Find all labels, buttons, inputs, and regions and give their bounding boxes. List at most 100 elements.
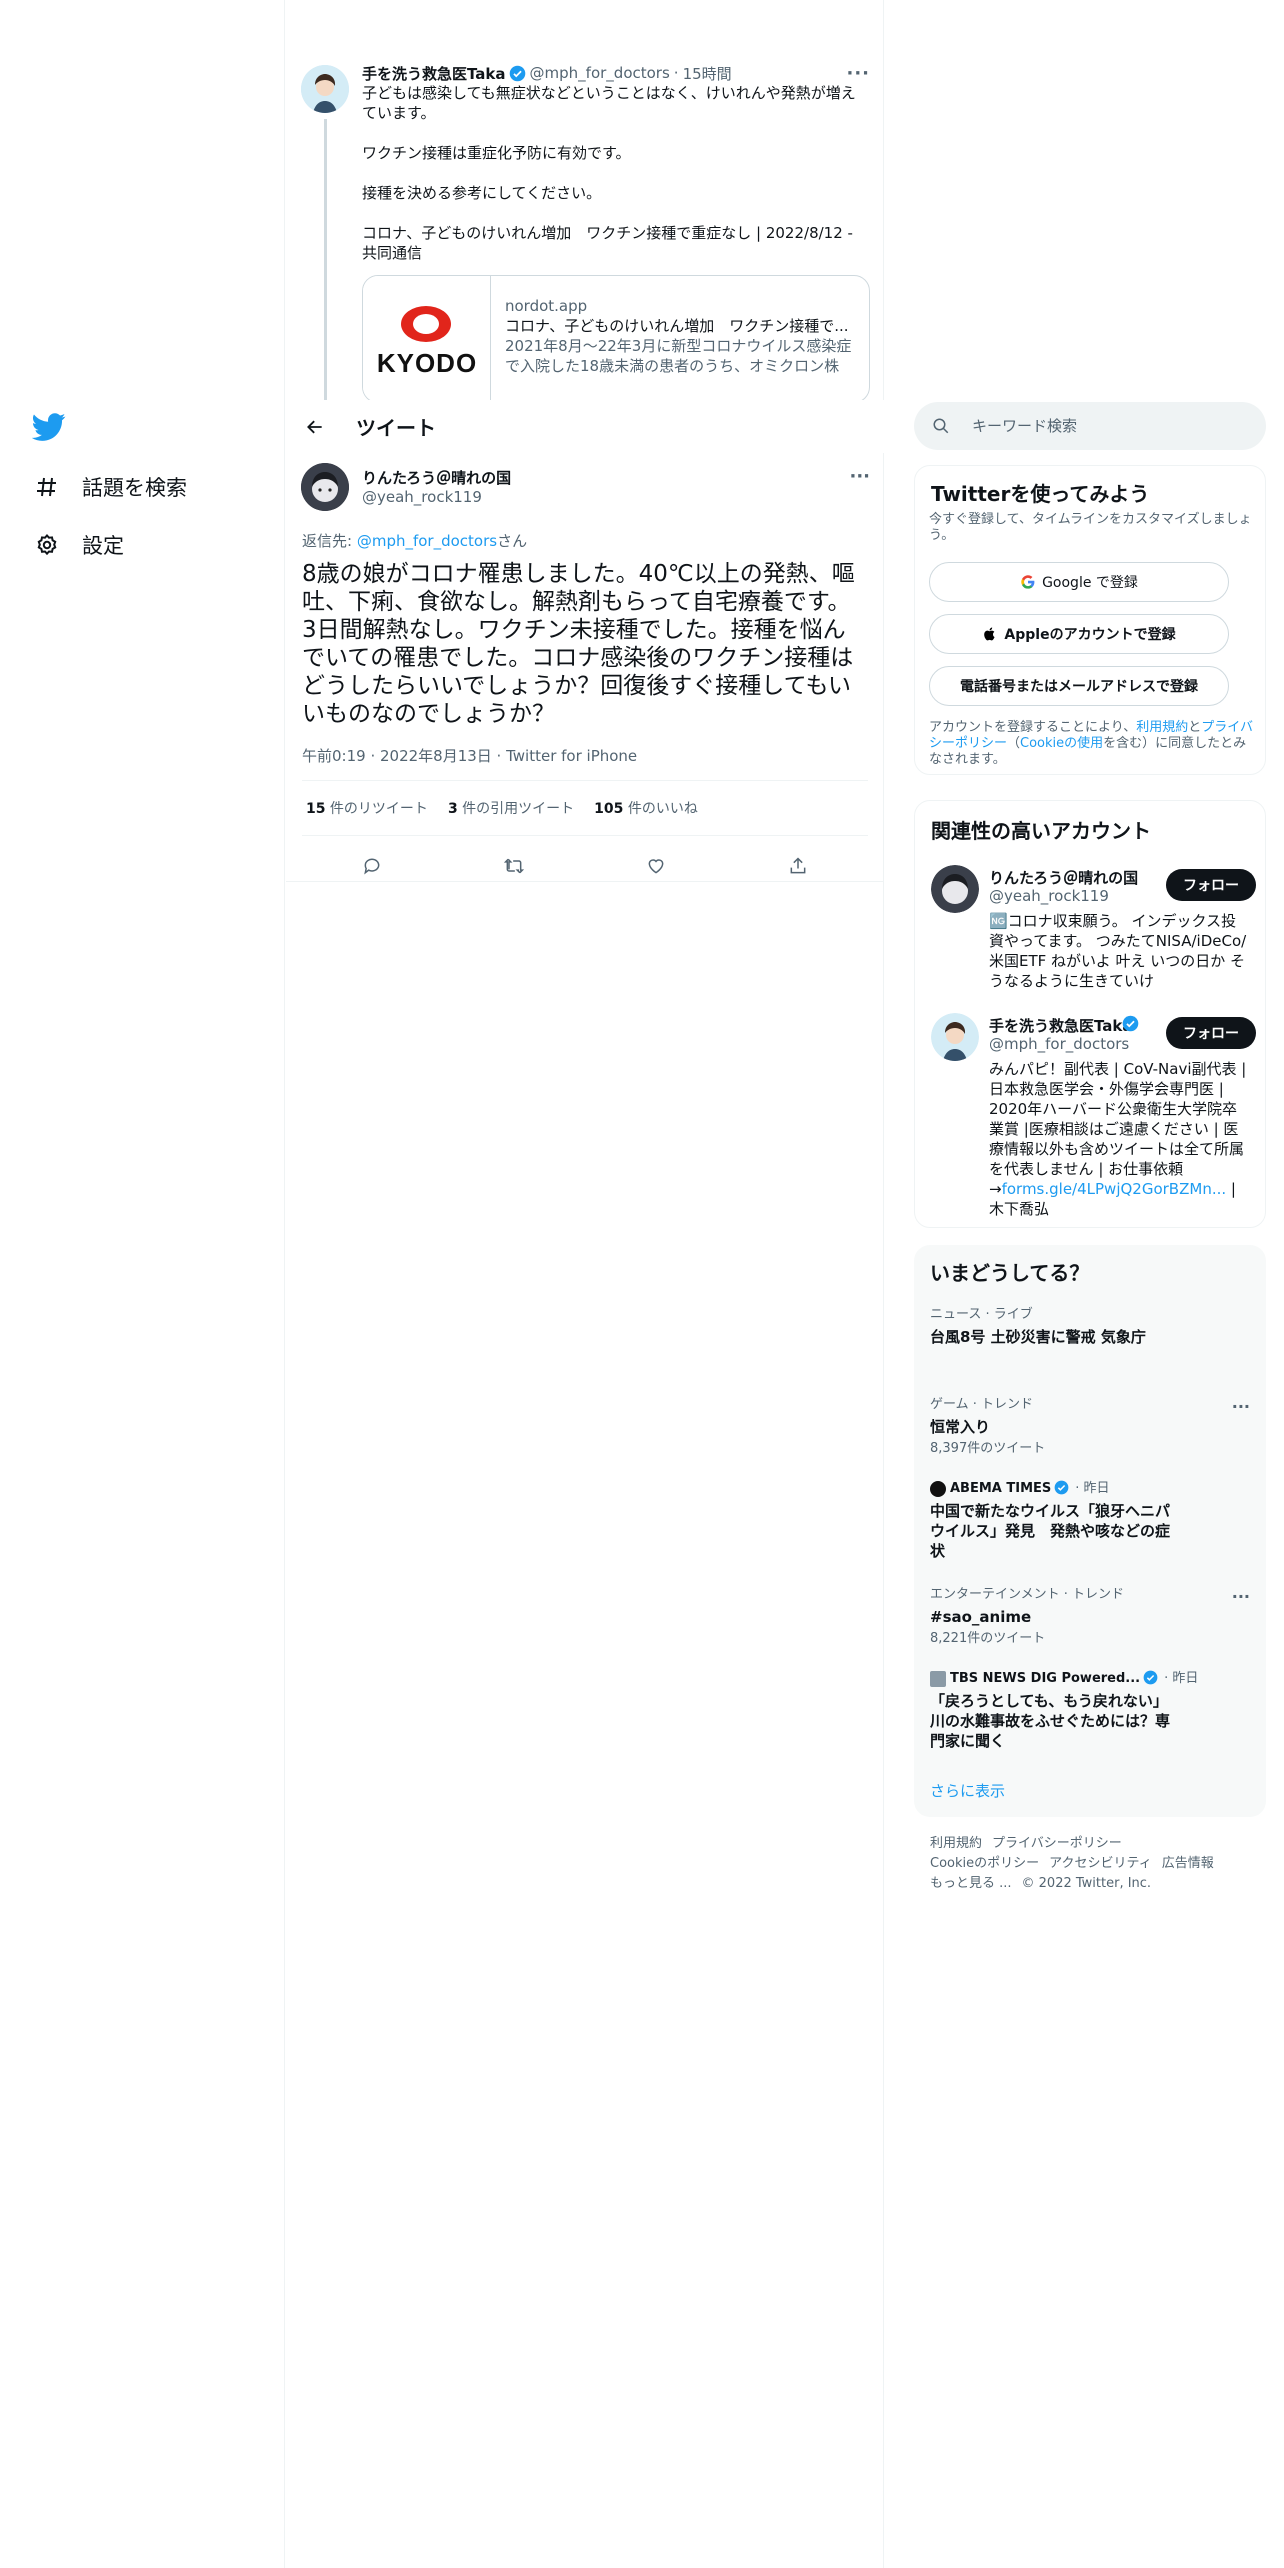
reply-mention-link[interactable]: @mph_for_doctors [357,532,497,550]
more-options-icon[interactable]: ··· [1232,1397,1250,1416]
retweet-count[interactable]: 15 件のリツイート [306,798,428,818]
news-source: ABEMA TIMES · 昨日 [930,1480,1250,1497]
news-item[interactable]: TBS NEWS DIG Powered... · 昨日 「戻ろうとしても、もう… [930,1670,1250,1751]
related-title: 関連性の高いアカウント [931,819,1151,843]
copyright: © 2022 Twitter, Inc. [1021,1876,1152,1891]
apple-signup-button[interactable]: Appleのアカウントで登録 [929,614,1229,654]
phone-signup-label: 電話番号またはメールアドレスで登録 [960,679,1198,695]
like-icon[interactable] [643,853,669,879]
trend-item[interactable]: ゲーム · トレンド 恒常入り 8,397件のツイート ··· [930,1397,1250,1457]
avatar[interactable] [301,65,349,113]
reply-suffix: さん [497,532,528,550]
show-more-link[interactable]: さらに表示 [930,1780,1005,1801]
gear-icon [34,532,60,558]
link-preview-card[interactable]: KYODO nordot.app コロナ、子どものけいれん増加 ワクチン接種で.… [362,275,870,400]
twitter-bird-icon[interactable] [31,410,66,444]
footer-link[interactable]: 利用規約 [930,1836,982,1851]
more-options-icon[interactable]: ··· [846,63,870,84]
tbs-logo-icon [930,1670,946,1687]
tweet-actions [286,845,884,889]
trend-item[interactable]: エンターテインメント · トレンド #sao_anime 8,221件のツイート… [930,1587,1250,1647]
trends-panel: いまどうしてる？ ニュース · ライブ 台風8号 土砂災害に警戒 気象庁 ゲーム… [914,1245,1266,1817]
tweet-paragraph: ワクチン接種は重症化予防に有効です。 [362,144,631,162]
footer-link[interactable]: アクセシビリティ [1049,1856,1152,1871]
phone-email-signup-button[interactable]: 電話番号またはメールアドレスで登録 [929,666,1229,706]
author-name[interactable]: りんたろう＠晴れの国 [362,467,511,488]
news-time: · 昨日 [1164,1670,1199,1686]
news-source-name: TBS NEWS DIG Powered... [950,1670,1141,1686]
more-options-icon[interactable]: ··· [849,466,870,487]
signup-panel: Twitterを使ってみよう 今すぐ登録して、タイムラインをカスタマイズしましょ… [914,465,1266,775]
nav-explore[interactable]: 話題を検索 [34,467,187,507]
author-handle[interactable]: @mph_for_doctors [530,64,670,82]
account-name[interactable]: 手を洗う救急医Taka [989,1015,1139,1036]
quote-count[interactable]: 3 件の引用ツイート [448,798,574,818]
follow-button[interactable]: フォロー [1166,869,1256,901]
follow-button[interactable]: フォロー [1166,1017,1256,1049]
divider [302,780,868,781]
card-description: 2021年8月～22年3月に新型コロナウイルス感染症で入院した18歳未満の患者の… [505,337,852,375]
tweet-stats: 15 件のリツイート 3 件の引用ツイート 105 件のいいね [306,798,718,818]
thread-line [324,119,327,400]
avatar[interactable] [931,865,979,913]
search-bar[interactable] [914,402,1266,450]
author-name[interactable]: 手を洗う救急医Taka [362,63,506,84]
terms-link[interactable]: 利用規約 [1136,720,1188,735]
kyodo-logo-mark [401,306,451,342]
account-handle[interactable]: @yeah_rock119 [989,887,1109,905]
share-icon[interactable] [785,853,811,879]
terms-text: と [1188,720,1202,735]
author-handle[interactable]: @yeah_rock119 [362,488,482,506]
divider [286,881,884,882]
trend-item[interactable]: ニュース · ライブ 台風8号 土砂災害に警戒 気象庁 [930,1307,1250,1347]
parent-tweet-text: 子どもは感染しても無症状などということはなく、けいれんや発熱が増えています。 ワ… [362,83,870,263]
verified-badge-icon [1054,1480,1071,1497]
news-item[interactable]: ABEMA TIMES · 昨日 中国で新たなウイルス「狼牙ヘニパウイルス」発見… [930,1480,1250,1561]
cookie-link[interactable]: Cookieの使用 [1020,736,1103,751]
trend-category: ニュース · ライブ [930,1307,1033,1322]
avatar[interactable] [931,1013,979,1061]
tweet-paragraph: コロナ、子どものけいれん増加 ワクチン接種で重症なし | 2022/8/12 -… [362,224,853,262]
nav-settings[interactable]: 設定 [34,525,124,565]
nav-explore-label: 話題を検索 [82,476,187,500]
trend-name: #sao_anime [930,1608,1032,1626]
tweet-paragraph: 子どもは感染しても無症状などということはなく、けいれんや発熱が増えています。 [362,84,856,122]
account-name[interactable]: りんたろう＠晴れの国 [989,867,1139,888]
avatar[interactable] [301,463,349,511]
parent-tweet-body: 手を洗う救急医Taka @mph_for_doctors · 15時間 ··· … [362,63,870,400]
trend-category: ゲーム · トレンド [930,1397,1034,1412]
search-input[interactable] [972,417,1232,435]
terms-text: （ [1007,736,1021,751]
back-arrow-icon[interactable] [298,410,332,444]
tweet-paragraph: 接種を決める参考にしてください。 [362,184,602,202]
account-handle[interactable]: @mph_for_doctors [989,1035,1129,1053]
reply-icon[interactable] [359,853,385,879]
account-bio: 🆖コロナ収束願う。 インデックス投資やってます。 つみたてNISA/iDeCo/… [989,912,1247,990]
trend-name: 恒常入り [930,1418,991,1436]
footer-more-link[interactable]: もっと見る ... [930,1876,1012,1891]
abema-logo-icon [930,1480,946,1497]
parent-tweet-header: 手を洗う救急医Taka @mph_for_doctors · 15時間 ··· [362,63,870,84]
google-signup-button[interactable]: Google で登録 [929,562,1229,602]
like-count[interactable]: 105 件のいいね [594,798,698,818]
footer-link[interactable]: プライバシーポリシー [992,1836,1122,1851]
terms-text: アカウントを登録することにより、 [929,720,1137,735]
footer-link[interactable]: 広告情報 [1162,1856,1214,1871]
tweet-time[interactable]: 15時間 [683,63,732,84]
parent-tweet[interactable]: 手を洗う救急医Taka @mph_for_doctors · 15時間 ··· … [286,55,884,400]
apple-signup-label: Appleのアカウントで登録 [1004,627,1176,643]
page-title: ツイート [356,416,436,440]
reply-prefix: 返信先: [302,532,357,550]
kyodo-logo: KYODO [363,276,491,400]
footer-link[interactable]: Cookieのポリシー [930,1856,1039,1871]
bio-link[interactable]: forms.gle/4LPwjQ2GorBZMn... [1002,1180,1227,1198]
separator-dot: · [673,64,679,82]
more-options-icon[interactable]: ··· [1232,1587,1250,1606]
hashtag-icon [34,474,60,500]
retweet-icon[interactable] [501,853,527,879]
tweet-timestamp[interactable]: 午前0:19 · 2022年8月13日 · Twitter for iPhone [302,745,637,766]
bio-text: みんパピ！副代表 | CoV-Navi副代表 | 日本救急医学会・外傷学会専門医… [989,1060,1247,1198]
news-time: · 昨日 [1075,1480,1110,1496]
card-domain: nordot.app [505,297,588,315]
trend-count: 8,397件のツイート [930,1441,1046,1456]
